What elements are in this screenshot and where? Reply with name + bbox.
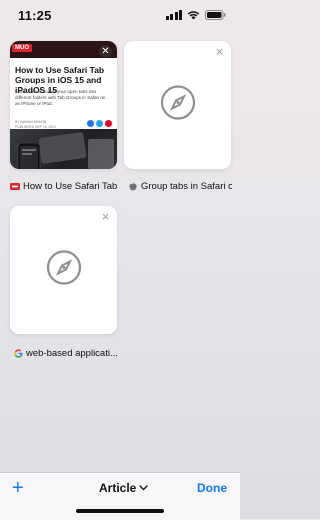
close-icon: × <box>101 209 110 224</box>
tab-title-how-to-use-safari[interactable]: How to Use Safari Tab Groups in iOS 15 a… <box>10 179 119 193</box>
close-tab-button[interactable]: × <box>99 210 112 223</box>
done-button[interactable]: Done <box>197 481 227 495</box>
apple-icon <box>128 181 138 190</box>
site-logo: MUO <box>12 44 32 52</box>
status-bar: 11:25 <box>0 0 240 30</box>
tab-card-group-tabs-in-safari[interactable]: × <box>124 41 231 169</box>
status-time: 11:25 <box>18 8 52 23</box>
wifi-icon <box>187 11 200 20</box>
tab-card-web-based-applications[interactable]: × <box>10 206 117 334</box>
twitter-icon <box>96 120 103 127</box>
tab-group-selector[interactable]: Article <box>99 481 149 495</box>
tab-card-how-to-use-safari[interactable]: MUO ✕ How to Use Safari Tab Groups in iO… <box>10 41 117 169</box>
pinterest-icon <box>105 120 112 127</box>
close-icon: ✕ <box>101 46 110 57</box>
close-icon: × <box>215 44 224 59</box>
close-tab-button[interactable]: ✕ <box>99 45 112 58</box>
tab-title-label: web-based applicati... <box>26 347 118 359</box>
preview-meta: BY NAMAN BHASIN PUBLISHED SEP 10, 2021 <box>15 120 56 129</box>
close-tab-button[interactable]: × <box>213 45 226 58</box>
compass-icon <box>160 85 196 126</box>
tab-title-web-based[interactable]: web-based applicati... <box>13 346 119 360</box>
facebook-icon <box>87 120 94 127</box>
google-icon <box>13 348 23 358</box>
new-tab-button[interactable]: + <box>12 478 24 498</box>
tab-title-group-tabs[interactable]: Group tabs in Safari on <box>128 179 232 193</box>
compass-icon <box>46 250 82 291</box>
battery-icon <box>205 10 226 20</box>
share-buttons <box>87 120 112 127</box>
home-indicator <box>76 509 164 513</box>
preview-hero-image <box>10 129 117 169</box>
preview-summary: Learn how to collect your open tabs into… <box>15 89 106 107</box>
status-icons <box>165 10 227 20</box>
tab-title-label: How to Use Safari Tab Groups in iOS 15 a… <box>23 180 119 192</box>
cellular-signal-icon <box>165 10 182 20</box>
tab-title-label: Group tabs in Safari on <box>141 180 232 192</box>
tab-group-label: Article <box>99 481 137 495</box>
chevron-down-icon <box>139 485 149 491</box>
red-site-favicon-icon <box>10 182 20 190</box>
